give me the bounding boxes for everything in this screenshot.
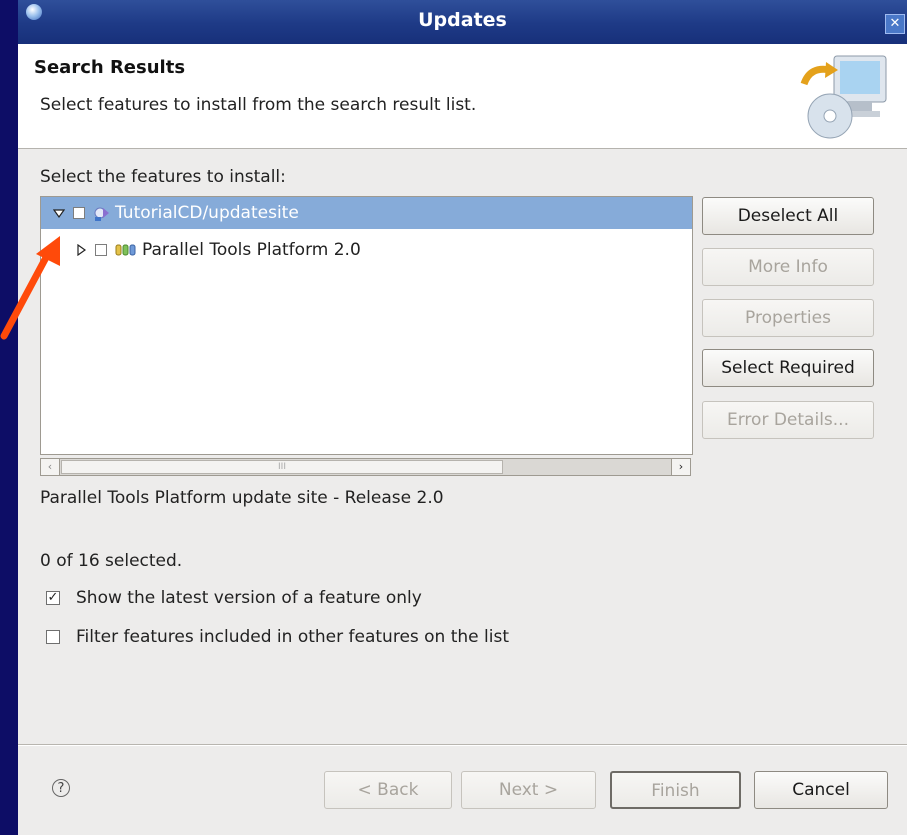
wizard-banner: Search Results Select features to instal… [18, 44, 907, 149]
filter-included-option[interactable]: Filter features included in other featur… [46, 627, 509, 647]
updates-dialog: Updates ✕ Search Results Select features… [18, 0, 907, 835]
next-button[interactable]: Next > [461, 771, 596, 809]
expanded-triangle-icon[interactable] [53, 207, 65, 219]
filter-included-label[interactable]: Filter features included in other featur… [76, 627, 509, 647]
deselect-all-button[interactable]: Deselect All [702, 197, 874, 235]
tree-row-site[interactable]: TutorialCD/updatesite [41, 197, 692, 229]
footer-separator [18, 744, 907, 746]
page-description: Select features to install from the sear… [40, 95, 477, 115]
update-site-icon [94, 207, 109, 221]
close-icon[interactable]: ✕ [885, 14, 905, 34]
latest-version-checkbox[interactable]: ✓ [46, 591, 60, 605]
selection-count: 0 of 16 selected. [40, 551, 183, 571]
select-required-button[interactable]: Select Required [702, 349, 874, 387]
filter-included-checkbox[interactable] [46, 630, 60, 644]
finish-button[interactable]: Finish [610, 771, 741, 809]
tree-row-feature[interactable]: Parallel Tools Platform 2.0 [41, 234, 692, 266]
tree-row-label: TutorialCD/updatesite [115, 203, 299, 223]
latest-version-label[interactable]: Show the latest version of a feature onl… [76, 588, 422, 608]
feature-icon [115, 244, 136, 256]
help-icon[interactable]: ? [52, 779, 70, 797]
error-details-button[interactable]: Error Details... [702, 401, 874, 439]
site-checkbox[interactable] [73, 207, 85, 219]
page-heading: Search Results [34, 57, 186, 78]
properties-button[interactable]: Properties [702, 299, 874, 337]
site-description: Parallel Tools Platform update site - Re… [40, 488, 444, 508]
latest-version-option[interactable]: ✓ Show the latest version of a feature o… [46, 588, 422, 608]
cancel-button[interactable]: Cancel [754, 771, 888, 809]
title-bar[interactable]: Updates ✕ [18, 0, 907, 44]
more-info-button[interactable]: More Info [702, 248, 874, 286]
tree-row-label: Parallel Tools Platform 2.0 [142, 240, 361, 260]
back-button[interactable]: < Back [324, 771, 452, 809]
scroll-thumb[interactable]: III [61, 460, 503, 474]
install-wizard-icon [800, 55, 887, 139]
window-title: Updates [418, 9, 507, 31]
callout-arrow-icon [0, 236, 60, 340]
scroll-left-icon[interactable]: ‹ [41, 459, 60, 475]
scroll-right-icon[interactable]: › [671, 459, 690, 475]
features-tree[interactable]: TutorialCD/updatesite Parallel Tools Pla… [40, 196, 693, 455]
horizontal-scrollbar[interactable]: ‹ III › [40, 458, 691, 476]
features-label: Select the features to install: [40, 167, 286, 187]
feature-checkbox[interactable] [95, 244, 107, 256]
